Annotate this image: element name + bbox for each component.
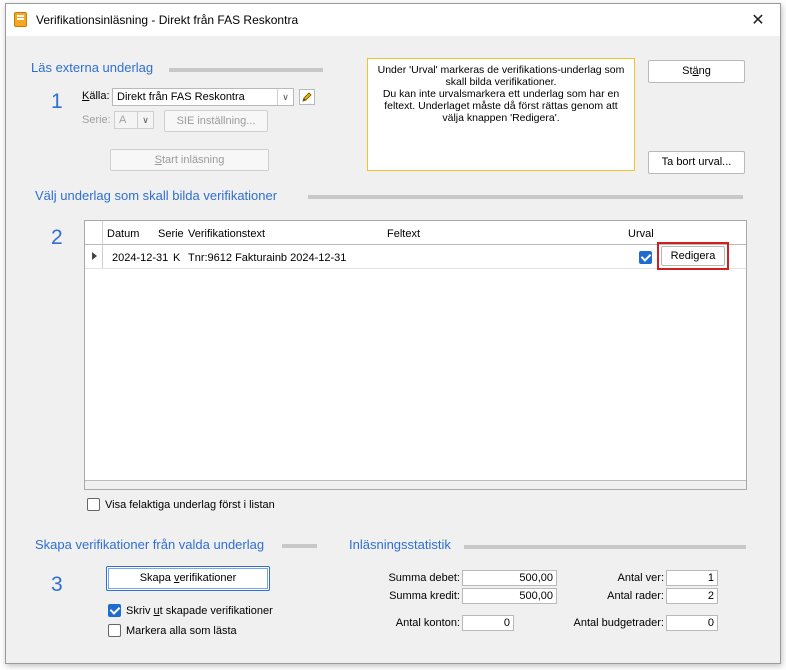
antal-konton-field: 0: [462, 615, 514, 631]
underlag-table: Datum Serie Verifikationstext Feltext Ur…: [84, 220, 747, 490]
app-book-icon: [14, 12, 27, 27]
summa-kredit-field: 500,00: [462, 588, 557, 604]
antal-konton-label: Antal konton:: [395, 617, 460, 629]
section3-divider: [282, 544, 317, 548]
cell-text: Tnr:9612 Fakturainb 2024-12-31: [188, 252, 347, 264]
summa-kredit-label: Summa kredit:: [389, 590, 460, 602]
chevron-down-icon[interactable]: ∨: [137, 112, 153, 128]
dialog-window: Verifikationsinläsning - Direkt från FAS…: [5, 3, 781, 664]
urval-checkbox[interactable]: [639, 251, 652, 264]
summa-debet-field: 500,00: [462, 570, 557, 586]
edit-source-button[interactable]: [299, 89, 315, 105]
antal-ver-field: 1: [666, 570, 718, 586]
antal-rader-field: 2: [666, 588, 718, 604]
serie-value: A: [119, 114, 127, 126]
markera-lasta-label: Markera alla som lästa: [126, 625, 237, 637]
section2-divider: [308, 195, 743, 199]
ta-bort-urval-button[interactable]: Ta bort urval...: [648, 151, 745, 174]
step-number-2: 2: [51, 226, 63, 249]
header-row-indicator: [85, 221, 103, 244]
redigera-highlight: Redigera: [657, 242, 729, 270]
stats-divider: [464, 545, 746, 549]
section1-divider: [169, 68, 323, 72]
antal-rader-label: Antal rader:: [607, 590, 664, 602]
pencil-icon: [302, 92, 312, 102]
skapa-verifikationer-button[interactable]: Skapa verifikationer: [106, 566, 270, 591]
summa-debet-label: Summa debet:: [388, 572, 460, 584]
sie-settings-button[interactable]: SIE inställning...: [164, 110, 268, 132]
serie-select[interactable]: A ∨: [114, 111, 154, 129]
step-number-3: 3: [51, 573, 63, 596]
section1-title: Läs externa underlag: [31, 60, 154, 75]
antal-budgetrader-field: 0: [666, 615, 718, 631]
title-bar: Verifikationsinläsning - Direkt från FAS…: [6, 4, 780, 36]
visa-felaktiga-label: Visa felaktiga underlag först i listan: [105, 499, 275, 511]
chevron-down-icon[interactable]: ∨: [277, 89, 293, 105]
redigera-button[interactable]: Redigera: [661, 246, 725, 266]
col-verifikationstext[interactable]: Verifikationstext: [188, 228, 265, 240]
table-row[interactable]: 2024-12-31 K Tnr:9612 Fakturainb 2024-12…: [85, 245, 746, 269]
col-urval[interactable]: Urval: [628, 228, 654, 240]
kalla-value: Direkt från FAS Reskontra: [117, 91, 245, 103]
visa-felaktiga-checkbox[interactable]: [87, 498, 100, 511]
serie-label: Serie:: [82, 114, 111, 126]
start-inlasning-button[interactable]: Start inläsning: [110, 149, 269, 171]
info-text: Under 'Urval' markeras de verifikations-…: [377, 64, 625, 124]
antal-budgetrader-label: Antal budgetrader:: [573, 617, 664, 629]
skriv-ut-label: Skriv ut skapade verifikationer: [126, 605, 273, 617]
close-icon[interactable]: ✕: [748, 10, 768, 30]
cell-datum: 2024-12-31: [112, 252, 169, 264]
skriv-ut-checkbox[interactable]: [108, 604, 121, 617]
markera-lasta-checkbox[interactable]: [108, 624, 121, 637]
stang-button[interactable]: Stäng: [648, 60, 745, 83]
row-indicator-arrow-icon: [85, 245, 103, 268]
col-datum[interactable]: Datum: [107, 228, 139, 240]
stats-title: Inläsningsstatistik: [349, 537, 451, 552]
col-serie[interactable]: Serie: [158, 228, 184, 240]
table-header: Datum Serie Verifikationstext Feltext Ur…: [85, 221, 746, 245]
kalla-select[interactable]: Direkt från FAS Reskontra ∨: [112, 88, 294, 106]
cell-serie: K: [173, 252, 181, 264]
col-feltext[interactable]: Feltext: [387, 228, 420, 240]
antal-ver-label: Antal ver:: [617, 572, 664, 584]
step-number-1: 1: [51, 90, 63, 113]
window-title: Verifikationsinläsning - Direkt från FAS…: [36, 13, 299, 27]
section3-title: Skapa verifikationer från valda underlag: [35, 537, 265, 552]
table-hscrollbar[interactable]: [85, 480, 746, 489]
section2-title: Välj underlag som skall bilda verifikati…: [35, 188, 278, 203]
info-box: Under 'Urval' markeras de verifikations-…: [367, 58, 635, 171]
kalla-label: Källa:: [82, 90, 110, 102]
